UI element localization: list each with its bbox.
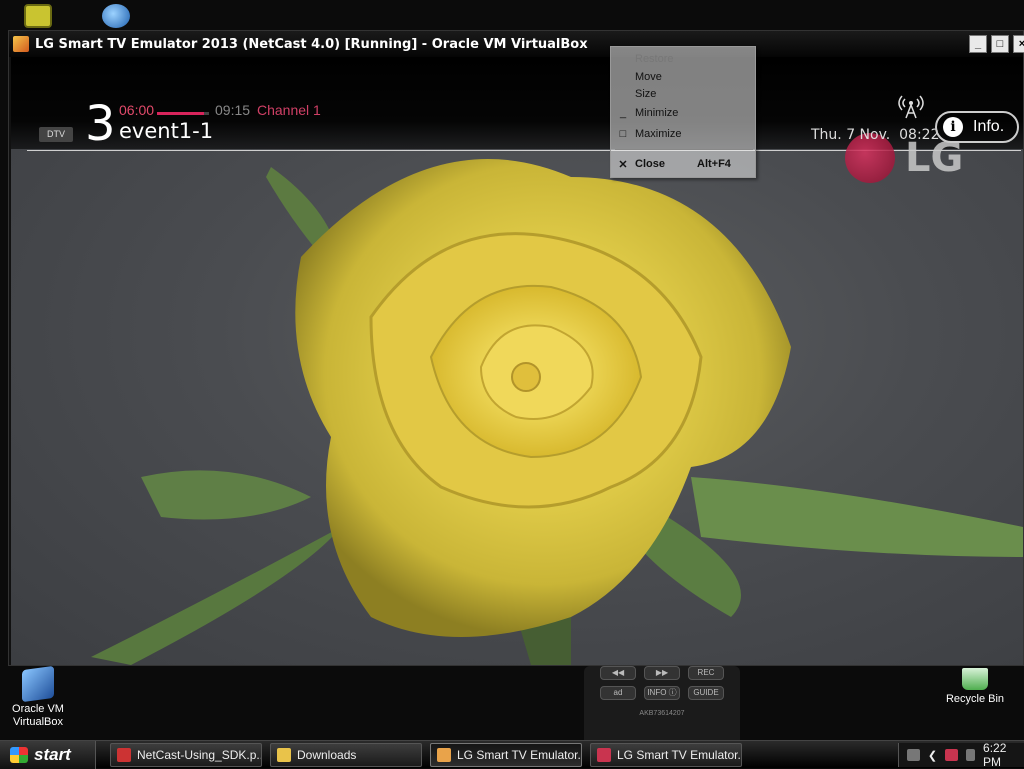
- taskbar-item-label: LG Smart TV Emulator...: [617, 748, 742, 762]
- network-icon: [24, 4, 52, 28]
- channel-number: 3: [85, 96, 116, 152]
- info-icon: i: [943, 117, 963, 137]
- window-titlebar[interactable]: LG Smart TV Emulator 2013 (NetCast 4.0) …: [9, 31, 1024, 57]
- menu-item-maximize[interactable]: □ Maximize: [611, 125, 755, 143]
- channel-name: Channel 1: [257, 102, 321, 118]
- remote-rewind-button[interactable]: ◀◀: [600, 666, 636, 680]
- remote-forward-button[interactable]: ▶▶: [644, 666, 680, 680]
- lg-tray-icon[interactable]: [945, 749, 958, 761]
- menu-item-move[interactable]: Move: [611, 68, 755, 86]
- desktop-icon-virtualbox[interactable]: Oracle VM VirtualBox: [6, 665, 70, 729]
- desktop-icon-recycle-bin[interactable]: Recycle Bin: [940, 668, 1010, 706]
- program-progress-bar: [157, 112, 209, 115]
- start-label: start: [34, 745, 71, 764]
- program-start-time: 06:00: [119, 102, 155, 118]
- pdf-icon: [117, 748, 131, 762]
- taskbar-item-lg-emulator[interactable]: LG Smart TV Emulator...: [590, 743, 742, 767]
- desktop-icon-top-left[interactable]: [24, 4, 52, 31]
- event-name: event1-1: [119, 119, 214, 143]
- recycle-bin-label: Recycle Bin: [945, 693, 1005, 705]
- menu-separator: [615, 149, 753, 150]
- info-button-label: Info.: [973, 118, 1005, 135]
- remote-rec-button[interactable]: REC: [688, 666, 724, 680]
- desktop-icon-top-second[interactable]: [102, 4, 130, 31]
- virtualbox-app-icon: [437, 748, 451, 762]
- tv-date-time: Thu. 7 Nov. 08:22: [811, 127, 940, 143]
- window-close-button[interactable]: ×: [1013, 35, 1024, 53]
- menu-item-close[interactable]: ✕ Close Alt+F4: [611, 155, 755, 173]
- close-icon: ✕: [618, 158, 628, 171]
- globe-icon: [102, 4, 130, 28]
- start-button[interactable]: start: [0, 741, 96, 769]
- menu-item-label: Maximize: [635, 128, 682, 140]
- menu-item-size[interactable]: Size: [611, 85, 755, 103]
- dtv-badge: DTV: [39, 127, 73, 142]
- taskbar-item-downloads[interactable]: Downloads: [270, 743, 422, 767]
- window-system-menu: Restore Move Size _ Minimize □ Maximize …: [610, 46, 756, 178]
- minimize-icon: _: [619, 107, 627, 119]
- remote-info-button[interactable]: INFO ⓘ: [644, 686, 680, 700]
- taskbar-item-label: LG Smart TV Emulator...: [457, 748, 582, 762]
- window-minimize-button[interactable]: _: [969, 35, 987, 53]
- menu-item-label: Minimize: [635, 107, 679, 119]
- info-button[interactable]: i Info.: [935, 111, 1019, 143]
- taskbar-item-lg-emulator-vm[interactable]: LG Smart TV Emulator...: [430, 743, 582, 767]
- menu-item-label: Restore: [635, 53, 674, 65]
- menu-item-label: Close: [635, 158, 665, 170]
- menu-item-restore[interactable]: Restore: [611, 50, 755, 68]
- window-controls: _ □ ×: [969, 35, 1024, 53]
- remote-ad-button[interactable]: ad: [600, 686, 636, 700]
- app-icon[interactable]: [13, 36, 29, 52]
- menu-item-label: Move: [635, 71, 662, 83]
- menu-item-label: Size: [635, 88, 657, 100]
- tv-remote: ◀◀ ▶▶ REC ad INFO ⓘ GUIDE AKB73614207: [584, 666, 740, 740]
- keyboard-icon[interactable]: [907, 749, 920, 761]
- taskbar-item-netcast-pdf[interactable]: NetCast-Using_SDK.p...: [110, 743, 262, 767]
- windows-flag-icon: [10, 747, 28, 763]
- taskbar: start NetCast-Using_SDK.p... Downloads L…: [0, 740, 1024, 769]
- clock: 6:22 PM: [983, 741, 1007, 769]
- program-end-time: 09:15: [215, 102, 251, 118]
- menu-item-minimize[interactable]: _ Minimize: [611, 104, 755, 122]
- volume-icon[interactable]: [965, 749, 976, 761]
- lg-app-icon: [597, 748, 611, 762]
- system-tray: ❮ 6:22 PM: [898, 741, 1024, 769]
- window-title: LG Smart TV Emulator 2013 (NetCast 4.0) …: [35, 36, 588, 52]
- menu-item-shortcut: Alt+F4: [697, 158, 731, 170]
- tray-expand-icon[interactable]: ❮: [928, 749, 937, 762]
- tv-screen[interactable]: DTV 3 06:00 09:15 Channel 1 event1-1 LG …: [11, 57, 1023, 665]
- folder-icon: [277, 748, 291, 762]
- virtualbox-icon: [22, 665, 54, 703]
- window-maximize-button[interactable]: □: [991, 35, 1009, 53]
- remote-guide-button[interactable]: GUIDE: [688, 686, 724, 700]
- taskbar-item-label: Downloads: [297, 748, 357, 762]
- program-progress-fill: [157, 112, 204, 115]
- virtualbox-label: Oracle VM VirtualBox: [12, 703, 64, 728]
- virtualbox-window: LG Smart TV Emulator 2013 (NetCast 4.0) …: [8, 30, 1024, 666]
- broadcast-signal-icon: [898, 95, 924, 119]
- maximize-icon: □: [619, 128, 627, 140]
- taskbar-item-label: NetCast-Using_SDK.p...: [137, 748, 262, 762]
- recycle-bin-icon: [962, 668, 988, 690]
- remote-model-label: AKB73614207: [639, 710, 685, 717]
